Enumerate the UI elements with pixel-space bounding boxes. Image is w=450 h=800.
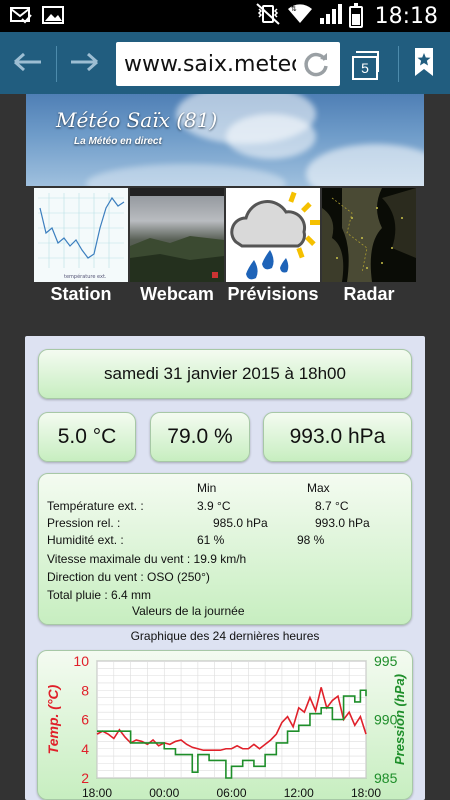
reload-icon[interactable] bbox=[300, 48, 332, 85]
url-text[interactable]: www.saix.meteo bbox=[124, 52, 296, 77]
banner-title: Météo Saïx (81) bbox=[56, 108, 218, 132]
current-temperature: 5.0 °C bbox=[57, 425, 117, 448]
daily-stats-box: Min Max Température ext. : 3.9 °C 8.7 °C… bbox=[38, 473, 412, 625]
radar-thumbnail[interactable] bbox=[322, 188, 416, 282]
total-rain: Total pluie : 6.4 mm bbox=[47, 588, 152, 602]
mail-checked-icon bbox=[10, 6, 32, 29]
site-banner[interactable]: Météo Saïx (81) La Météo en direct bbox=[26, 94, 424, 186]
vibrate-mute-icon bbox=[255, 3, 281, 30]
svg-text:⇅: ⇅ bbox=[291, 5, 297, 13]
pressure-label: Pression rel. : bbox=[47, 516, 121, 530]
forward-button[interactable] bbox=[64, 42, 104, 82]
forward-arrow-icon bbox=[71, 52, 98, 72]
signal-icon bbox=[319, 3, 343, 30]
nav-forecast-label[interactable]: Prévisions bbox=[218, 284, 328, 305]
nav-thumbnails: température ext. Station Webcam Prévisio… bbox=[34, 188, 418, 312]
y-tick-left: 6 bbox=[81, 712, 89, 728]
pressure-min: 985.0 hPa bbox=[213, 516, 268, 530]
current-date: samedi 31 janvier 2015 à 18h00 bbox=[104, 364, 346, 383]
weather-panel: samedi 31 janvier 2015 à 18h00 5.0 °C 79… bbox=[25, 336, 425, 800]
browser-toolbar: www.saix.meteo 5 bbox=[0, 32, 450, 94]
temp-min: 3.9 °C bbox=[197, 499, 231, 513]
y-tick-left: 10 bbox=[73, 653, 89, 669]
nav-webcam-label[interactable]: Webcam bbox=[122, 284, 232, 305]
temp-label: Température ext. : bbox=[47, 499, 144, 513]
x-tick-label: 12:00 bbox=[284, 786, 314, 799]
nav-station-label[interactable]: Station bbox=[26, 284, 136, 305]
x-tick-label: 18:00 bbox=[351, 786, 381, 799]
y-axis-label-right: Pression (hPa) bbox=[392, 674, 407, 765]
x-tick-label: 00:00 bbox=[149, 786, 179, 799]
station-thumbnail[interactable]: température ext. bbox=[34, 188, 128, 282]
y-axis-label-left: Temp. (°C) bbox=[45, 684, 61, 754]
forecast-thumbnail[interactable] bbox=[226, 188, 320, 282]
webcam-thumbnail[interactable] bbox=[130, 188, 224, 282]
svg-text:température ext.: température ext. bbox=[64, 273, 107, 280]
pressure-max: 993.0 hPa bbox=[315, 516, 370, 530]
tab-count: 5 bbox=[352, 56, 378, 80]
humidity-min: 61 % bbox=[197, 533, 225, 547]
chart-box: 2 4 6 8 10 985 990 995 Temp. (°C) Pression (hPa) 1… bbox=[37, 650, 413, 800]
x-tick-label: 18:00 bbox=[82, 786, 112, 799]
bookmark-button[interactable] bbox=[406, 42, 442, 82]
wind-direction: Direction du vent : OSO (250°) bbox=[47, 570, 210, 584]
min-header: Min bbox=[197, 481, 217, 495]
temp-max: 8.7 °C bbox=[315, 499, 349, 513]
bookmark-icon bbox=[415, 48, 433, 76]
wifi-icon: ⇅ bbox=[287, 3, 313, 30]
nav-radar-label[interactable]: Radar bbox=[314, 284, 424, 305]
humidity-label: Humidité ext. : bbox=[47, 533, 124, 547]
max-header: Max bbox=[307, 481, 330, 495]
status-bar: ⇅ 18:18 bbox=[0, 0, 450, 32]
clock: 18:18 bbox=[374, 4, 438, 29]
tabs-button[interactable]: 5 bbox=[348, 42, 388, 82]
wind-max: Vitesse maximale du vent : 19.9 km/h bbox=[47, 552, 247, 566]
y-tick-right: 995 bbox=[374, 653, 398, 669]
x-tick-label: 06:00 bbox=[216, 786, 246, 799]
y-tick-left: 4 bbox=[81, 741, 89, 757]
banner-subtitle: La Météo en direct bbox=[74, 136, 162, 147]
history-chart: 246810985990995Temp. (°C) Pression (hPa)1… bbox=[45, 653, 407, 800]
humidity-max: 98 % bbox=[297, 533, 325, 547]
url-bar[interactable]: www.saix.meteo bbox=[116, 42, 340, 86]
y-tick-right: 985 bbox=[374, 770, 398, 786]
battery-icon bbox=[348, 2, 363, 28]
y-tick-left: 2 bbox=[81, 770, 89, 786]
back-arrow-icon bbox=[14, 52, 41, 72]
pressure-box: 993.0 hPa bbox=[263, 412, 412, 462]
back-button[interactable] bbox=[8, 42, 48, 82]
stats-footer: Valeurs de la journée bbox=[132, 604, 245, 618]
y-tick-left: 8 bbox=[81, 682, 89, 698]
current-humidity: 79.0 % bbox=[167, 425, 233, 448]
date-box: samedi 31 janvier 2015 à 18h00 bbox=[38, 349, 412, 399]
humidity-box: 79.0 % bbox=[150, 412, 250, 462]
image-icon bbox=[42, 6, 64, 29]
temperature-box: 5.0 °C bbox=[38, 412, 136, 462]
current-pressure: 993.0 hPa bbox=[289, 425, 386, 448]
chart-caption: Graphique des 24 dernières heures bbox=[130, 629, 320, 643]
